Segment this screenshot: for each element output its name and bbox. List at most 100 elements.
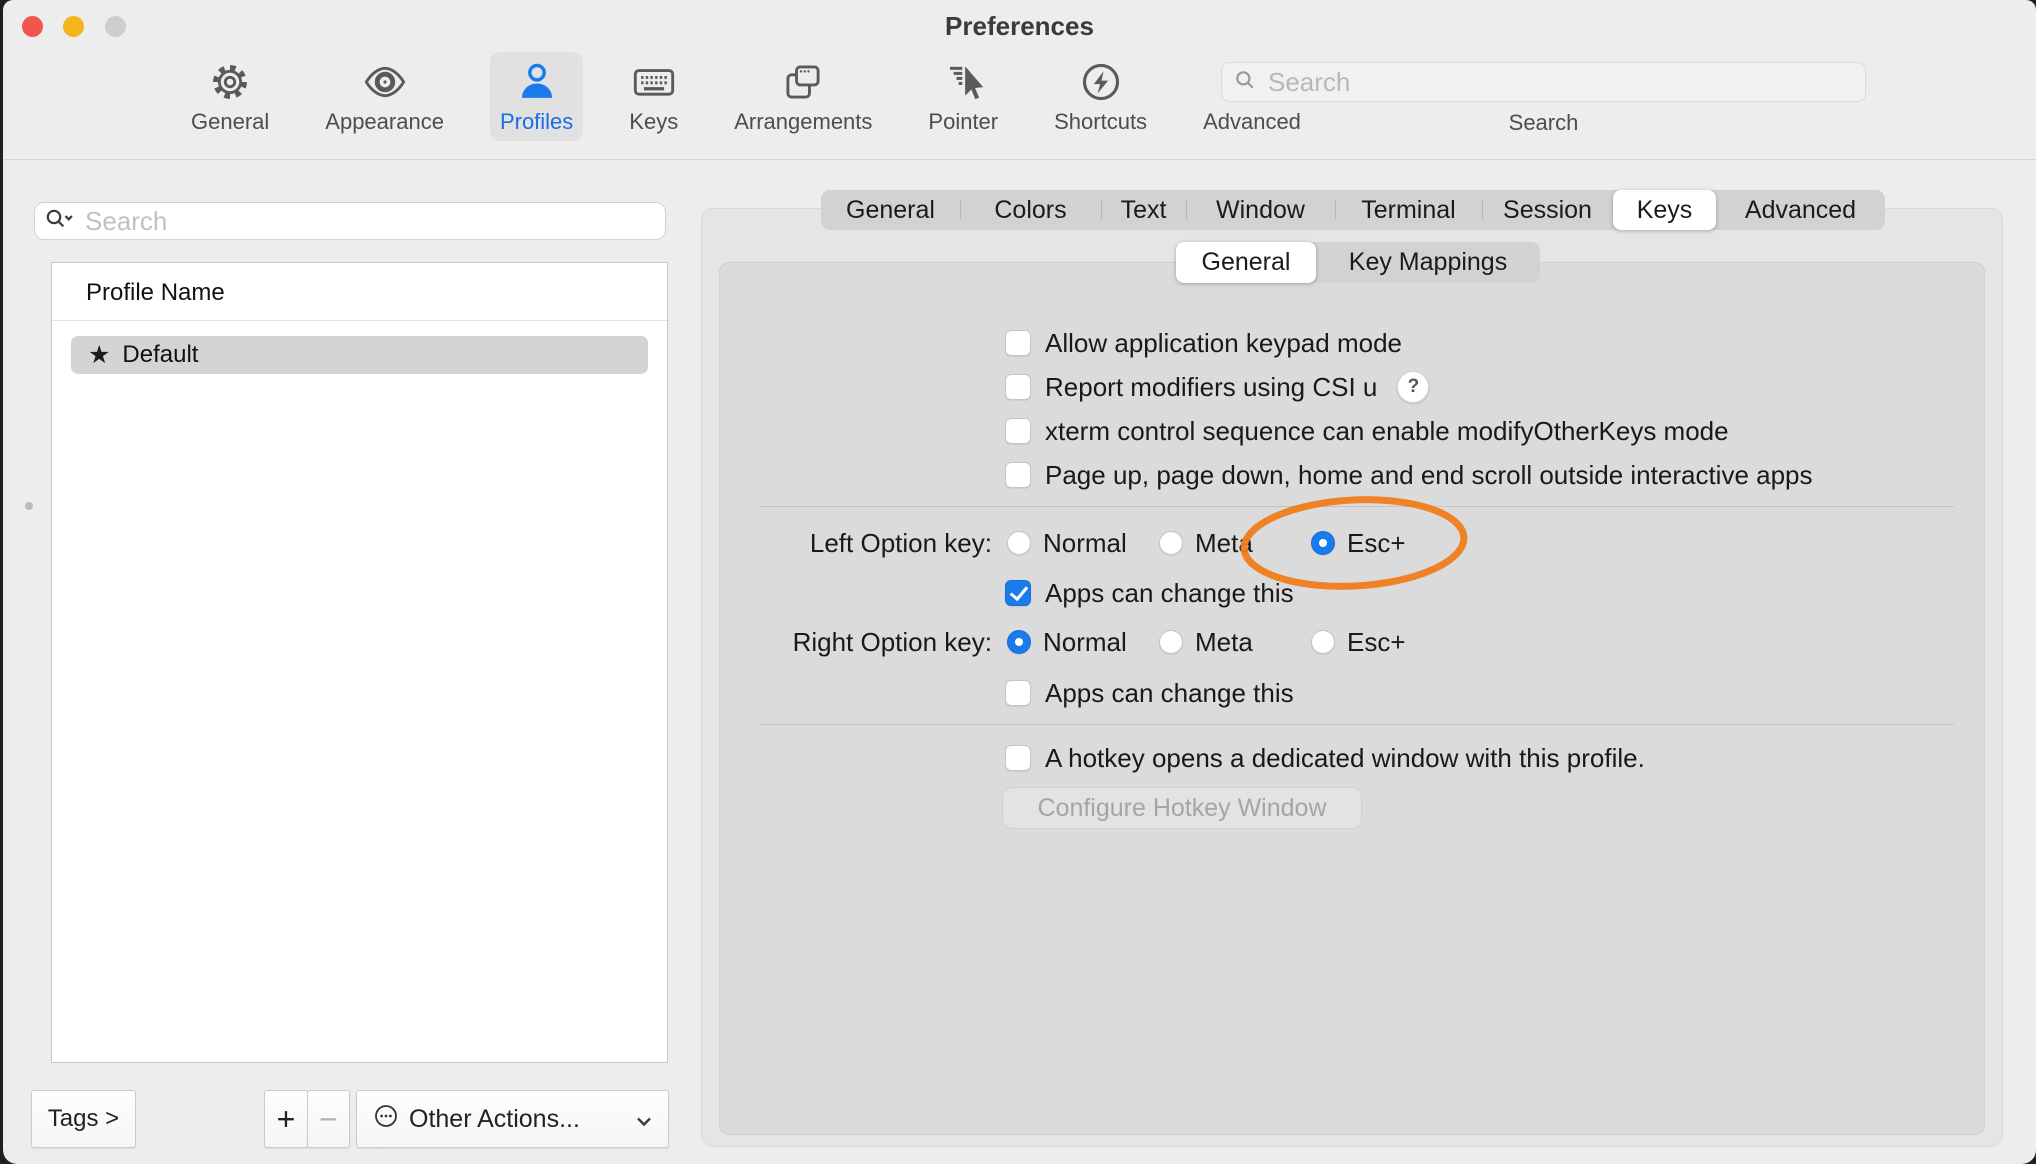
tab-text[interactable]: Text [1101, 190, 1186, 230]
gear-icon [206, 58, 254, 106]
search-icon [1234, 69, 1256, 96]
toolbar-search: Search [1221, 62, 1866, 136]
list-header-divider [52, 320, 667, 321]
preferences-window: Preferences General Appearance [3, 0, 2036, 1164]
profile-name: Default [122, 341, 198, 369]
tab-colors[interactable]: Colors [960, 190, 1101, 230]
left-option-meta-radio[interactable] [1159, 531, 1183, 555]
tab-general[interactable]: General [821, 190, 960, 230]
right-apps-change-checkbox[interactable] [1005, 680, 1031, 706]
radio-option: Meta [1159, 526, 1253, 560]
eye-icon [361, 58, 409, 106]
keys-general-panel: Allow application keypad mode Report mod… [719, 262, 1985, 1135]
checkbox-label[interactable]: xterm control sequence can enable modify… [1045, 416, 1729, 447]
toolbar-search-caption: Search [1221, 110, 1866, 136]
star-icon: ★ [88, 343, 110, 368]
page-scroll-checkbox[interactable] [1005, 462, 1031, 488]
checkbox-row: Page up, page down, home and end scroll … [1005, 458, 1813, 492]
bolt-icon [1077, 58, 1125, 106]
profile-tab-bar: General Colors Text Window Terminal Sess… [821, 190, 1885, 230]
radio-label[interactable]: Esc+ [1347, 627, 1406, 658]
tab-terminal[interactable]: Terminal [1335, 190, 1482, 230]
checkbox-row: A hotkey opens a dedicated window with t… [1005, 741, 1645, 775]
windows-icon [779, 58, 827, 106]
left-apps-change-checkbox[interactable] [1005, 580, 1031, 606]
keys-subtab-bar: General Key Mappings [1176, 242, 1540, 283]
other-actions-dropdown[interactable]: Other Actions... [356, 1090, 669, 1148]
profile-list: Profile Name ★ Default [51, 262, 668, 1063]
toolbar-item-label: General [191, 111, 269, 133]
remove-profile-button[interactable]: − [307, 1090, 350, 1148]
left-option-row: Left Option key: Normal Meta Esc+ [720, 526, 1920, 560]
toolbar-item-label: Appearance [325, 111, 444, 133]
radio-label[interactable]: Normal [1043, 528, 1127, 559]
checkbox-row: Report modifiers using CSI u ? [1005, 370, 1429, 404]
checkbox-row: xterm control sequence can enable modify… [1005, 414, 1729, 448]
toolbar-search-field[interactable] [1221, 62, 1866, 102]
right-option-normal-radio[interactable] [1007, 630, 1031, 654]
left-option-label: Left Option key: [720, 526, 992, 560]
radio-label[interactable]: Normal [1043, 627, 1127, 658]
checkbox-label[interactable]: A hotkey opens a dedicated window with t… [1045, 743, 1645, 774]
left-option-normal-radio[interactable] [1007, 531, 1031, 555]
checkbox-label[interactable]: Apps can change this [1045, 578, 1294, 609]
radio-label[interactable]: Meta [1195, 528, 1253, 559]
right-option-row: Right Option key: Normal Meta Esc+ [720, 625, 1920, 659]
right-option-meta-radio[interactable] [1159, 630, 1183, 654]
toolbar: General Appearance Profiles [181, 52, 1311, 141]
csi-u-checkbox[interactable] [1005, 374, 1031, 400]
checkbox-row: Apps can change this [1005, 576, 1294, 610]
checkbox-row: Apps can change this [1005, 676, 1294, 710]
checkbox-label[interactable]: Apps can change this [1045, 678, 1294, 709]
toolbar-item-label: Arrangements [734, 111, 872, 133]
person-icon [513, 58, 561, 106]
radio-label[interactable]: Esc+ [1347, 528, 1406, 559]
tab-keys[interactable]: Keys [1613, 190, 1716, 230]
toolbar-item-label: Shortcuts [1054, 111, 1147, 133]
configure-hotkey-window-button[interactable]: Configure Hotkey Window [1002, 787, 1362, 829]
window-edge-dot [25, 502, 33, 510]
ellipsis-circle-icon [373, 1103, 399, 1136]
title-bar: Preferences [3, 0, 2036, 52]
keyboard-icon [630, 58, 678, 106]
subtab-general[interactable]: General [1176, 242, 1316, 283]
modify-other-keys-checkbox[interactable] [1005, 418, 1031, 444]
subtab-key-mappings[interactable]: Key Mappings [1316, 242, 1540, 283]
checkbox-label[interactable]: Report modifiers using CSI u [1045, 372, 1377, 403]
toolbar-item-label: Profiles [500, 111, 573, 133]
toolbar-item-arrangements[interactable]: Arrangements [724, 52, 882, 141]
radio-option: Normal [1007, 625, 1127, 659]
checkbox-label[interactable]: Allow application keypad mode [1045, 328, 1402, 359]
section-divider [759, 506, 1954, 507]
toolbar-item-appearance[interactable]: Appearance [315, 52, 454, 141]
profile-row-default[interactable]: ★ Default [71, 336, 648, 374]
toolbar-item-general[interactable]: General [181, 52, 279, 141]
toolbar-item-shortcuts[interactable]: Shortcuts [1044, 52, 1157, 141]
allow-keypad-checkbox[interactable] [1005, 330, 1031, 356]
left-option-esc-radio[interactable] [1311, 531, 1335, 555]
tab-advanced[interactable]: Advanced [1716, 190, 1885, 230]
toolbar-search-input[interactable] [1266, 66, 1853, 99]
toolbar-item-label: Pointer [928, 111, 998, 133]
hotkey-window-checkbox[interactable] [1005, 745, 1031, 771]
right-option-label: Right Option key: [720, 625, 992, 659]
add-profile-button[interactable]: + [264, 1090, 308, 1148]
help-button[interactable]: ? [1397, 371, 1429, 403]
radio-option: Esc+ [1311, 526, 1406, 560]
checkbox-row: Allow application keypad mode [1005, 326, 1402, 360]
checkbox-label[interactable]: Page up, page down, home and end scroll … [1045, 460, 1813, 491]
right-option-esc-radio[interactable] [1311, 630, 1335, 654]
toolbar-item-keys[interactable]: Keys [619, 52, 688, 141]
tags-button[interactable]: Tags > [31, 1090, 136, 1148]
radio-option: Meta [1159, 625, 1253, 659]
profile-search-field[interactable] [34, 202, 666, 240]
toolbar-item-profiles[interactable]: Profiles [490, 52, 583, 141]
radio-option: Esc+ [1311, 625, 1406, 659]
radio-label[interactable]: Meta [1195, 627, 1253, 658]
tab-session[interactable]: Session [1482, 190, 1613, 230]
cursor-icon [939, 58, 987, 106]
toolbar-item-pointer[interactable]: Pointer [918, 52, 1008, 141]
radio-option: Normal [1007, 526, 1127, 560]
profile-search-input[interactable] [83, 205, 655, 238]
tab-window[interactable]: Window [1186, 190, 1335, 230]
